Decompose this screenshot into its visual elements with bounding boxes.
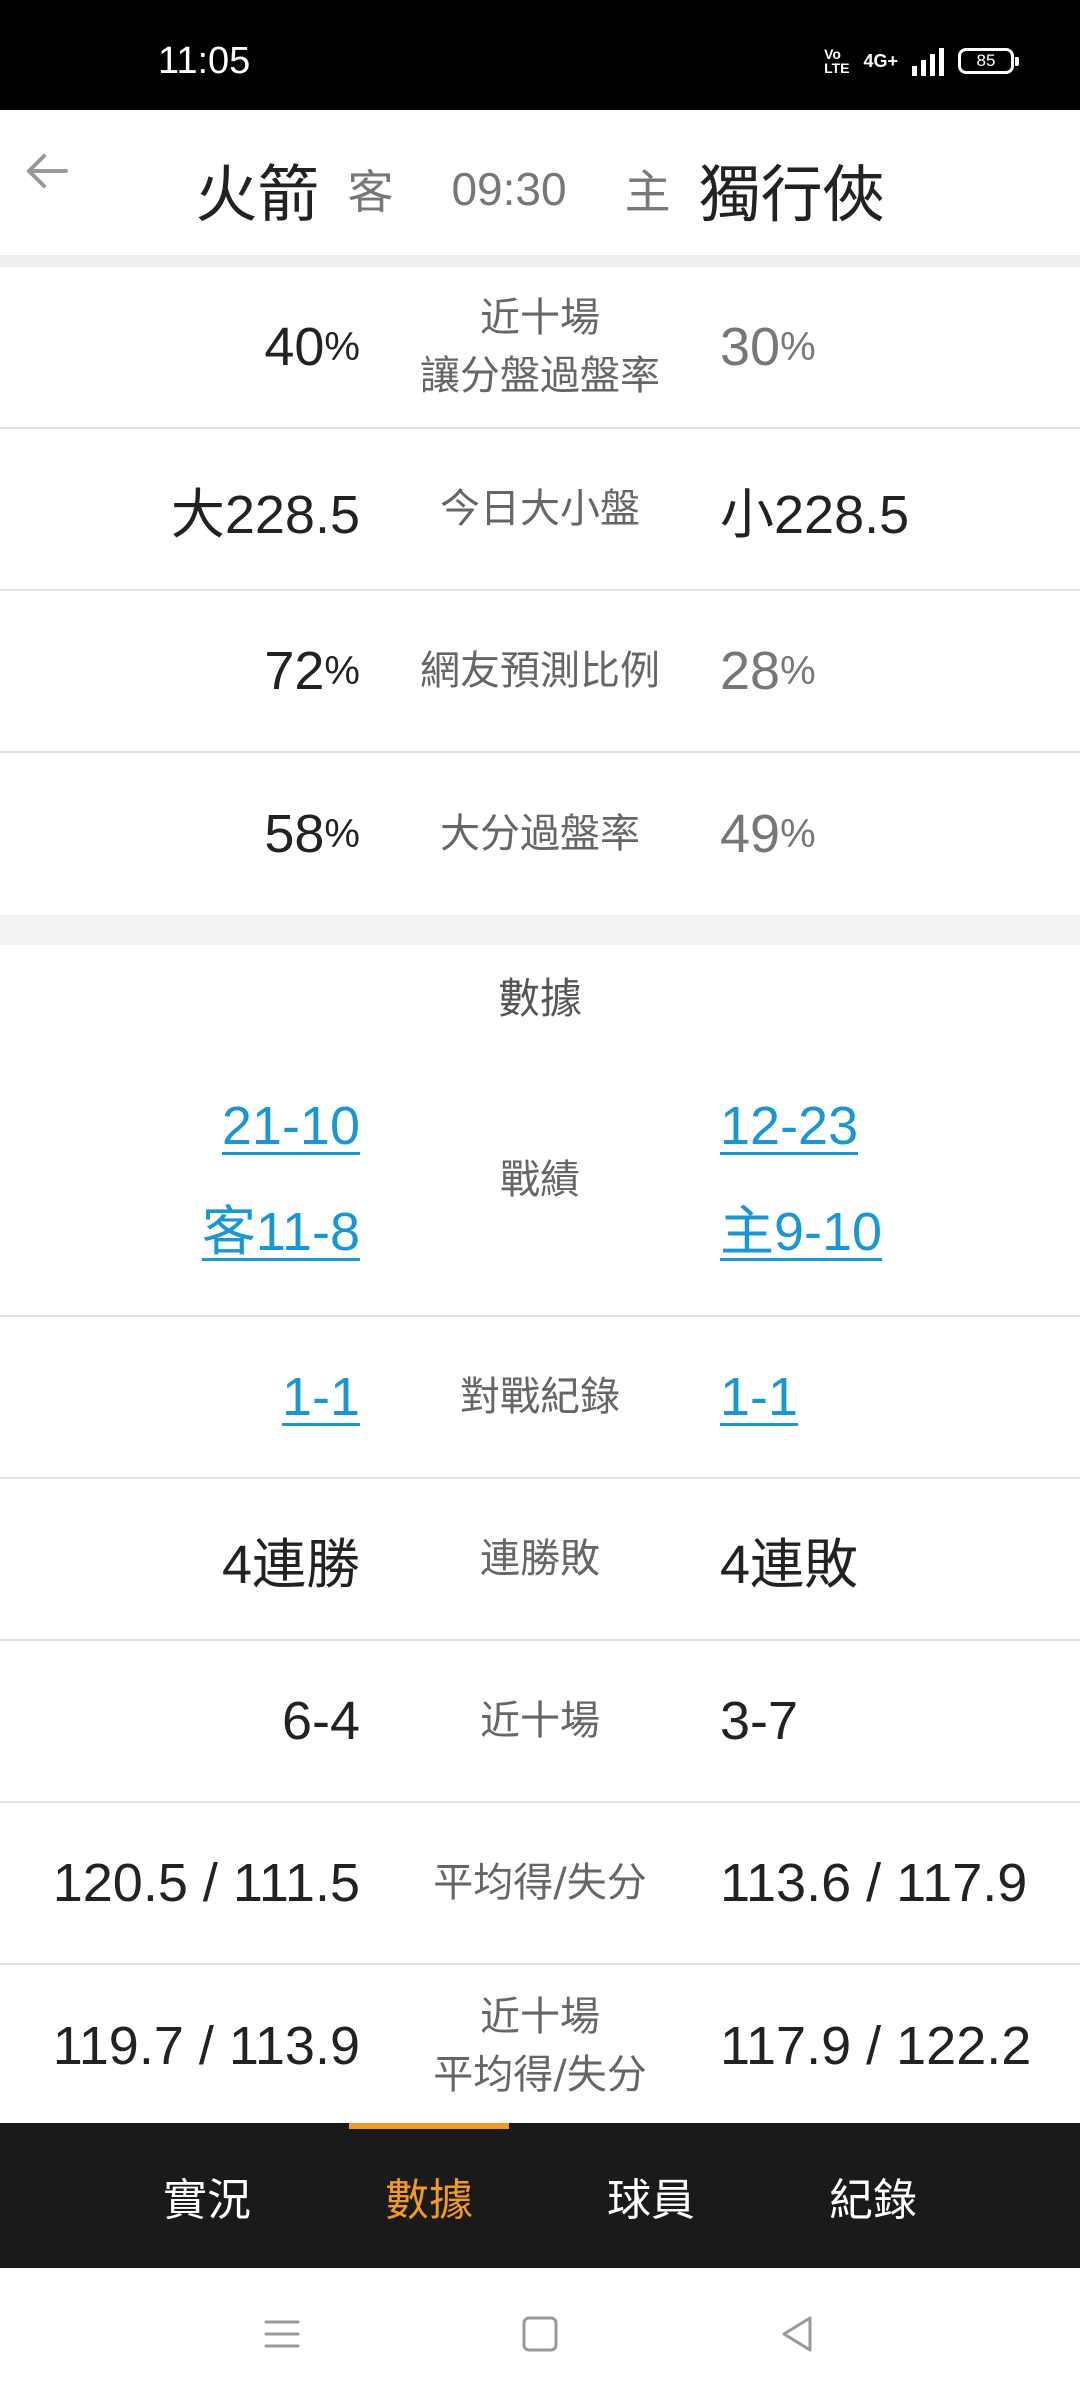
streak-row: 4連勝 連勝敗 4連敗 [0, 1479, 1080, 1641]
system-nav-bar [0, 2268, 1080, 2400]
away-overall-record-link[interactable]: 21-10 [222, 1095, 360, 1157]
away-value: 58% [264, 804, 360, 864]
battery-icon: 85 [958, 48, 1019, 74]
status-bar: 11:05 Vo LTE 4G+ 85 [0, 0, 1080, 110]
row-label: 戰績 [500, 1157, 580, 1203]
home-team-name: 獨行俠 [698, 158, 885, 231]
home-value: 3-7 [720, 1691, 799, 1751]
row-label: 近十場 平均得/失分 [433, 1994, 647, 2098]
matchup: 火箭 客 09:30 主 獨行俠 [0, 144, 1080, 234]
away-value: 119.7 / 113.9 [52, 2016, 360, 2076]
row-label: 今日大小盤 [440, 486, 640, 532]
volte-icon: Vo LTE [824, 46, 850, 76]
tab-records[interactable]: 紀錄 [763, 2123, 983, 2268]
status-icons: Vo LTE 4G+ 85 [824, 46, 1019, 76]
away-value: 120.5 / 111.5 [52, 1853, 360, 1913]
home-value: 49% [720, 804, 816, 864]
home-value: 113.6 / 117.9 [720, 1853, 1028, 1913]
spread-cover-rate-row: 40% 近十場 讓分盤過盤率 30% [0, 267, 1080, 429]
home-record: 12-23 主9-10 [720, 1045, 882, 1315]
avg-points-row: 120.5 / 111.5 平均得/失分 113.6 / 117.9 [0, 1803, 1080, 1965]
stats-section-title: 數據 [497, 974, 582, 1023]
status-time: 11:05 [158, 40, 251, 82]
over-cover-rate-row: 58% 大分過盤率 49% [0, 753, 1080, 915]
away-h2h-link[interactable]: 1-1 [282, 1366, 360, 1428]
tab-players[interactable]: 球員 [541, 2123, 761, 2268]
game-time: 09:30 [451, 163, 567, 215]
last-ten-avg-points-row: 119.7 / 113.9 近十場 平均得/失分 117.9 / 122.2 [0, 1965, 1080, 2127]
row-label: 平均得/失分 [433, 1860, 647, 1906]
tab-stats[interactable]: 數據 [319, 2123, 539, 2268]
row-label: 近十場 讓分盤過盤率 [420, 295, 660, 399]
signal-icon [912, 46, 944, 76]
away-value: 40% [264, 317, 360, 377]
head-to-head-row: 1-1 對戰紀錄 1-1 [0, 1317, 1080, 1479]
away-value: 6-4 [281, 1691, 360, 1751]
home-h2h-link[interactable]: 1-1 [720, 1366, 798, 1428]
tab-live[interactable]: 實況 [97, 2123, 317, 2268]
triangle-back-icon[interactable] [776, 2312, 820, 2356]
away-value: 72% [264, 641, 360, 701]
bottom-tab-bar: 實況 數據 球員 紀錄 [0, 2123, 1080, 2268]
home-value: 117.9 / 122.2 [720, 2016, 1032, 2076]
match-header: 火箭 客 09:30 主 獨行俠 [0, 110, 1080, 255]
home-overall-record-link[interactable]: 12-23 [720, 1095, 858, 1157]
record-row: 21-10 客11-8 戰績 12-23 主9-10 [0, 1045, 1080, 1317]
over-under-row: 大228.5 今日大小盤 小228.5 [0, 429, 1080, 591]
away-label: 客 [347, 165, 394, 219]
home-label: 主 [624, 165, 671, 219]
home-value: 30% [720, 317, 816, 377]
away-value: 1-1 [282, 1317, 360, 1477]
network-type: 4G+ [863, 50, 898, 71]
row-label: 網友預測比例 [420, 648, 660, 694]
header-divider [0, 255, 1080, 267]
home-value: 28% [720, 641, 816, 701]
away-value: 4連勝 [221, 1534, 360, 1595]
away-record: 21-10 客11-8 [202, 1045, 360, 1315]
away-value: 大228.5 [170, 484, 360, 545]
home-home-record-link[interactable]: 主9-10 [720, 1187, 882, 1266]
home-value: 4連敗 [720, 1534, 859, 1595]
row-label: 連勝敗 [480, 1536, 600, 1582]
home-square-icon[interactable] [518, 2312, 562, 2356]
away-road-record-link[interactable]: 客11-8 [202, 1187, 360, 1266]
away-team-name: 火箭 [195, 158, 320, 231]
last-ten-row: 6-4 近十場 3-7 [0, 1641, 1080, 1803]
home-value: 1-1 [720, 1317, 798, 1477]
fan-prediction-row: 72% 網友預測比例 28% [0, 591, 1080, 753]
row-label: 近十場 [480, 1698, 600, 1744]
menu-icon[interactable] [260, 2312, 304, 2356]
row-label: 大分過盤率 [440, 811, 640, 857]
row-label: 對戰紀錄 [460, 1374, 620, 1420]
home-value: 小228.5 [720, 484, 910, 545]
section-divider [0, 915, 1080, 945]
